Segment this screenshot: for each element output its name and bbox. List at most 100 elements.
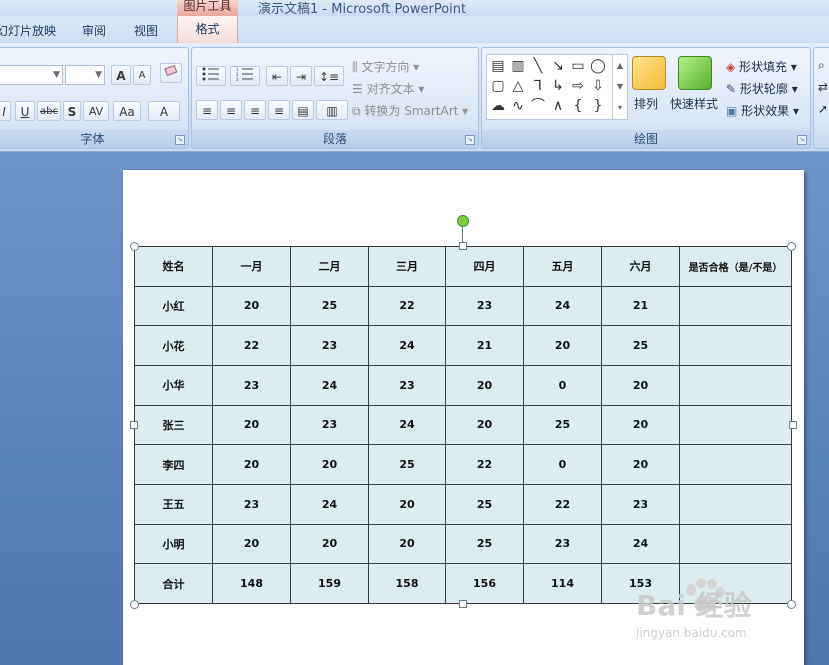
align-right-button[interactable]: ≡ [244,100,266,120]
table-header-cell[interactable]: 一月 [212,246,291,287]
align-text-button[interactable]: ☰ 对齐文本 ▾ [352,80,424,97]
table-cell[interactable] [679,404,792,446]
table-cell[interactable] [679,364,792,406]
resize-handle-bottom-left[interactable] [130,600,139,609]
table-cell[interactable]: 20 [212,523,291,565]
table-cell[interactable]: 23 [523,523,602,565]
table-header-cell[interactable]: 三月 [368,246,446,287]
decrease-indent-button[interactable]: ⇤ [266,66,288,86]
resize-handle-top-right[interactable] [787,242,796,251]
justify-button[interactable]: ≡ [268,100,290,120]
shape-effects-button[interactable]: ▣ 形状效果 ▾ [726,102,799,119]
scribble-shape-icon[interactable]: ∿ [509,97,527,115]
arrange-icon[interactable] [632,56,666,90]
table-cell[interactable]: 20 [445,364,524,406]
change-case-button[interactable]: Aa [113,101,141,121]
table-cell[interactable]: 24 [368,325,446,366]
table-cell[interactable]: 24 [290,364,369,406]
table-cell[interactable]: 20 [290,523,369,565]
right-arrow-shape-icon[interactable]: ⇨ [569,77,587,95]
right-brace-shape-icon[interactable]: } [589,97,607,115]
table-cell[interactable]: 23 [445,285,524,327]
table-cell[interactable]: 22 [445,444,524,485]
table-cell[interactable]: 25 [368,444,446,485]
table-cell[interactable] [679,483,792,525]
table-cell[interactable]: 20 [601,364,680,406]
char-spacing-button[interactable]: AV [83,101,109,121]
table-cell[interactable]: 24 [290,483,369,525]
table-cell[interactable]: 25 [523,404,602,446]
table-cell[interactable]: 0 [523,364,602,406]
table-cell[interactable]: 148 [212,563,291,604]
oval-shape-icon[interactable]: ◯ [589,57,607,75]
underline-button[interactable]: U [15,101,35,121]
arrow-line-shape-icon[interactable]: ↘ [549,57,567,75]
table-cell[interactable]: 0 [523,444,602,485]
table-cell[interactable]: 25 [290,285,369,327]
table-cell[interactable]: 159 [290,563,369,604]
rectangle-shape-icon[interactable]: ▭ [569,57,587,75]
table-cell[interactable]: 小明 [134,523,213,565]
resize-handle-top-left[interactable] [130,242,139,251]
table-cell[interactable]: 23 [368,364,446,406]
table-cell[interactable]: 20 [368,483,446,525]
textbox-shape-icon[interactable]: ▤ [489,57,507,75]
paragraph-dialog-launcher-icon[interactable]: ↘ [465,135,475,145]
table-header-cell[interactable]: 四月 [445,246,524,287]
table-cell[interactable]: 20 [212,285,291,327]
clear-format-button[interactable] [160,63,182,83]
table-cell[interactable]: 22 [212,325,291,366]
resize-handle-right[interactable] [789,421,797,429]
left-brace-shape-icon[interactable]: { [569,97,587,115]
table-cell[interactable]: 李四 [134,444,213,485]
tab-review[interactable]: 审阅 [82,22,106,39]
curve-shape-icon[interactable]: ∧ [549,97,567,115]
table-cell[interactable]: 20 [290,444,369,485]
table-cell[interactable]: 小红 [134,285,213,327]
table-cell[interactable]: 114 [523,563,602,604]
numbering-button[interactable]: 123 [230,66,260,86]
select-icon[interactable]: ➚ [818,102,828,116]
table-header-cell[interactable]: 是否合格（是/不是） [679,246,792,287]
quick-styles-icon[interactable] [678,56,712,90]
freeform-shape-icon[interactable]: ☁ [489,97,507,115]
table-cell[interactable]: 22 [523,483,602,525]
columns-button[interactable]: ▥ [316,100,348,120]
font-dialog-launcher-icon[interactable]: ↘ [175,135,185,145]
quick-styles-label[interactable]: 快速样式 [670,95,718,112]
shrink-font-button[interactable]: A [133,65,151,85]
table-cell[interactable]: 20 [212,404,291,446]
table-cell[interactable]: 20 [445,404,524,446]
font-color-button[interactable]: A [148,101,180,121]
resize-handle-left[interactable] [130,421,138,429]
resize-handle-top[interactable] [459,242,467,250]
down-arrow-shape-icon[interactable]: ⇩ [589,77,607,95]
text-direction-button[interactable]: ⫼ 文字方向 ▾ [352,58,419,75]
table-cell[interactable]: 小华 [134,364,213,406]
gallery-scroll[interactable]: ▲ ▼ ▾ [612,55,627,119]
table-cell[interactable]: 23 [290,404,369,446]
arc-shape-icon[interactable]: ⌒ [529,97,547,115]
strikethrough-button[interactable]: abc [37,101,61,121]
table-cell[interactable]: 21 [445,325,524,366]
table-cell[interactable]: 23 [290,325,369,366]
table-cell[interactable]: 23 [212,364,291,406]
find-icon[interactable]: ⌕ [818,58,825,73]
table-cell[interactable]: 25 [445,523,524,565]
table-cell[interactable]: 小花 [134,325,213,366]
table-cell[interactable] [679,285,792,327]
table-cell[interactable] [679,325,792,366]
vertical-textbox-shape-icon[interactable]: ▥ [509,57,527,75]
rotation-handle[interactable] [457,215,469,227]
triangle-shape-icon[interactable]: △ [509,77,527,95]
table-cell[interactable]: 25 [601,325,680,366]
table-cell[interactable]: 158 [368,563,446,604]
grow-font-button[interactable]: A [111,65,131,85]
table-cell[interactable]: 20 [601,404,680,446]
elbow-arrow-shape-icon[interactable]: ↳ [549,77,567,95]
table-cell[interactable]: 24 [601,523,680,565]
shape-outline-button[interactable]: ✎ 形状轮廓 ▾ [726,80,798,97]
table-cell[interactable] [679,444,792,485]
shadow-button[interactable]: S [63,101,81,121]
table-cell[interactable]: 20 [212,444,291,485]
